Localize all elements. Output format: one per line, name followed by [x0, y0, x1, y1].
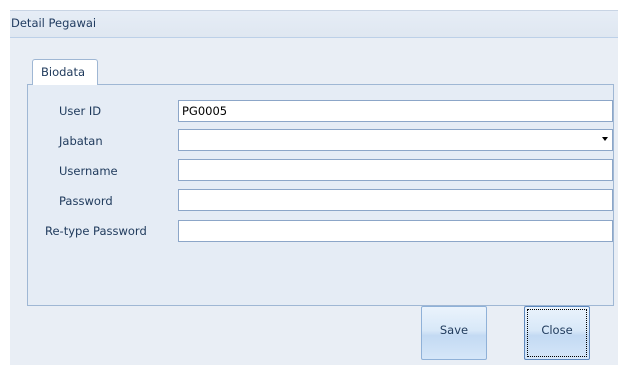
- username-field[interactable]: [178, 159, 613, 181]
- retype-password-label: Re-type Password: [45, 224, 147, 238]
- tab-biodata[interactable]: Biodata: [32, 59, 98, 85]
- user-id-label: User ID: [59, 104, 102, 118]
- biodata-panel: User ID PG0005 Jabatan Username Password…: [27, 84, 614, 306]
- save-button[interactable]: Save: [421, 306, 487, 360]
- username-label: Username: [59, 164, 118, 178]
- jabatan-select[interactable]: [178, 129, 613, 151]
- window-title: Detail Pegawai: [10, 11, 618, 38]
- chevron-down-icon[interactable]: [602, 137, 608, 141]
- retype-password-field[interactable]: [178, 220, 613, 242]
- jabatan-label: Jabatan: [59, 134, 103, 148]
- password-field[interactable]: [178, 189, 613, 211]
- password-label: Password: [59, 194, 113, 208]
- detail-pegawai-window: Detail Pegawai Biodata User ID PG0005 Ja…: [10, 10, 618, 365]
- user-id-field[interactable]: PG0005: [178, 100, 613, 122]
- close-button[interactable]: Close: [524, 306, 590, 360]
